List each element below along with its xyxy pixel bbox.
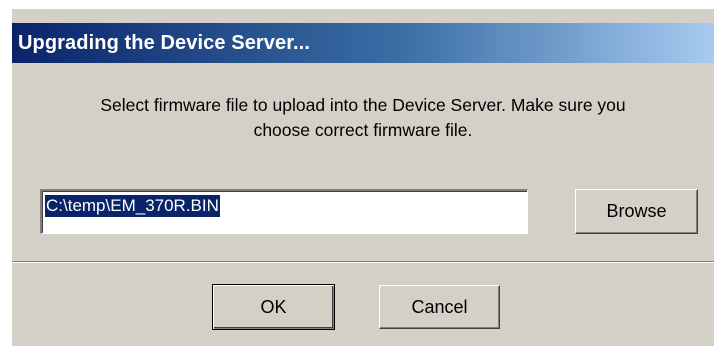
firmware-file-path: C:\temp\EM_370R.BIN xyxy=(45,195,220,217)
instruction-line-2: choose correct firmware file. xyxy=(253,120,473,140)
upgrade-dialog: Upgrading the Device Server... Select fi… xyxy=(11,8,714,346)
browse-button[interactable]: Browse xyxy=(575,189,698,234)
firmware-file-input[interactable]: C:\temp\EM_370R.BIN xyxy=(40,189,528,234)
separator-line xyxy=(12,261,714,263)
window-title: Upgrading the Device Server... xyxy=(18,31,310,54)
title-bar[interactable]: Upgrading the Device Server... xyxy=(12,23,714,63)
ok-button[interactable]: OK xyxy=(212,284,335,330)
instruction-line-1: Select firmware file to upload into the … xyxy=(100,95,626,115)
cancel-button[interactable]: Cancel xyxy=(379,285,500,329)
instruction-message: Select firmware file to upload into the … xyxy=(12,93,714,143)
